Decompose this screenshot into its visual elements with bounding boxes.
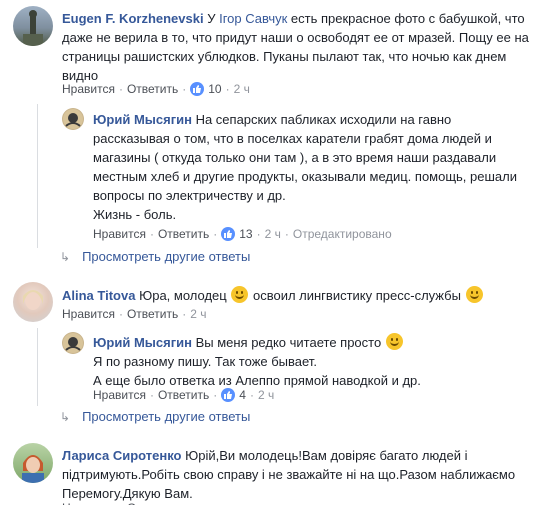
show-more-replies[interactable]: ↳ Просмотреть другие ответы [60, 409, 250, 425]
reply-text: Юрий Мысягин На сепарских пабликах исход… [93, 110, 523, 205]
reply-actions: Нравится · Ответить · 13 · 2 ч · Отредактировано [93, 227, 392, 241]
smile-emoji-icon [231, 286, 249, 303]
timestamp[interactable]: 2 ч [234, 82, 250, 96]
comment-actions: Нравится · Ответить · 10 · 2 ч [62, 82, 250, 96]
reply-button[interactable]: Ответить [158, 227, 209, 241]
thread-line [37, 104, 38, 248]
reply-arrow-icon: ↳ [60, 410, 71, 424]
avatar[interactable] [62, 332, 84, 354]
thumbs-up-icon [190, 82, 205, 96]
like-button[interactable]: Нравится [62, 82, 115, 96]
comment-text: Eugen F. Korzhenevski У Ігор Савчук есть… [62, 9, 542, 85]
comment-text: Alina Titova Юра, молодец освоил лингвис… [62, 286, 542, 305]
thumbs-up-icon [221, 227, 236, 241]
timestamp[interactable]: 2 ч [258, 388, 274, 402]
like-count[interactable]: 4 [239, 388, 246, 402]
mention-link[interactable]: Ігор Савчук [219, 11, 287, 26]
like-button[interactable]: Нравится [62, 307, 115, 321]
author-name[interactable]: Alina Titova [62, 288, 135, 303]
like-button[interactable]: Нравится [62, 501, 115, 505]
like-button[interactable]: Нравится [93, 227, 146, 241]
comment-text: Лариса Сиротенко Юрій,Ви молодець!Вам до… [62, 446, 542, 503]
timestamp[interactable]: 2 ч [265, 227, 281, 241]
reply-text: Юрий Мысягин Вы меня редко читаете прост… [93, 333, 421, 388]
author-name[interactable]: Eugen F. Korzhenevski [62, 11, 204, 26]
avatar[interactable] [62, 108, 84, 130]
like-count[interactable]: 13 [239, 227, 252, 241]
author-name[interactable]: Юрий Мысягин [93, 335, 192, 350]
emblem-icon [63, 333, 83, 353]
reply-button[interactable]: Ответить [158, 388, 209, 402]
comment-actions: Нравится·Ответить [62, 500, 178, 505]
reply-button[interactable]: Ответить [127, 82, 178, 96]
author-name[interactable]: Юрий Мысягин [93, 112, 192, 127]
thread-line [37, 328, 38, 406]
show-more-replies[interactable]: ↳ Просмотреть другие ответы [60, 249, 250, 265]
comment-actions: Нравится · Ответить · 2 ч [62, 307, 207, 321]
reply-button[interactable]: Ответить [127, 501, 178, 505]
emblem-icon [63, 109, 83, 129]
edited-label[interactable]: Отредактировано [293, 227, 392, 241]
reply-actions: Нравится · Ответить · 4 · 2 ч [93, 388, 275, 402]
avatar[interactable] [13, 6, 53, 46]
reply-text-2: Жизнь - боль. [93, 207, 177, 222]
reply-button[interactable]: Ответить [127, 307, 178, 321]
like-button[interactable]: Нравится [93, 388, 146, 402]
text-prefix: У [207, 11, 216, 26]
statue-icon [23, 10, 43, 46]
smile-emoji-icon [465, 286, 483, 303]
portrait-icon [23, 290, 43, 310]
smile-emoji-icon [385, 333, 403, 350]
reply-arrow-icon: ↳ [60, 250, 71, 264]
timestamp[interactable]: 2 ч [190, 307, 206, 321]
portrait-icon [22, 455, 44, 483]
like-count[interactable]: 10 [208, 82, 221, 96]
avatar[interactable] [13, 443, 53, 483]
author-name[interactable]: Лариса Сиротенко [62, 448, 182, 463]
avatar[interactable] [13, 282, 53, 322]
thumbs-up-icon [221, 388, 236, 402]
